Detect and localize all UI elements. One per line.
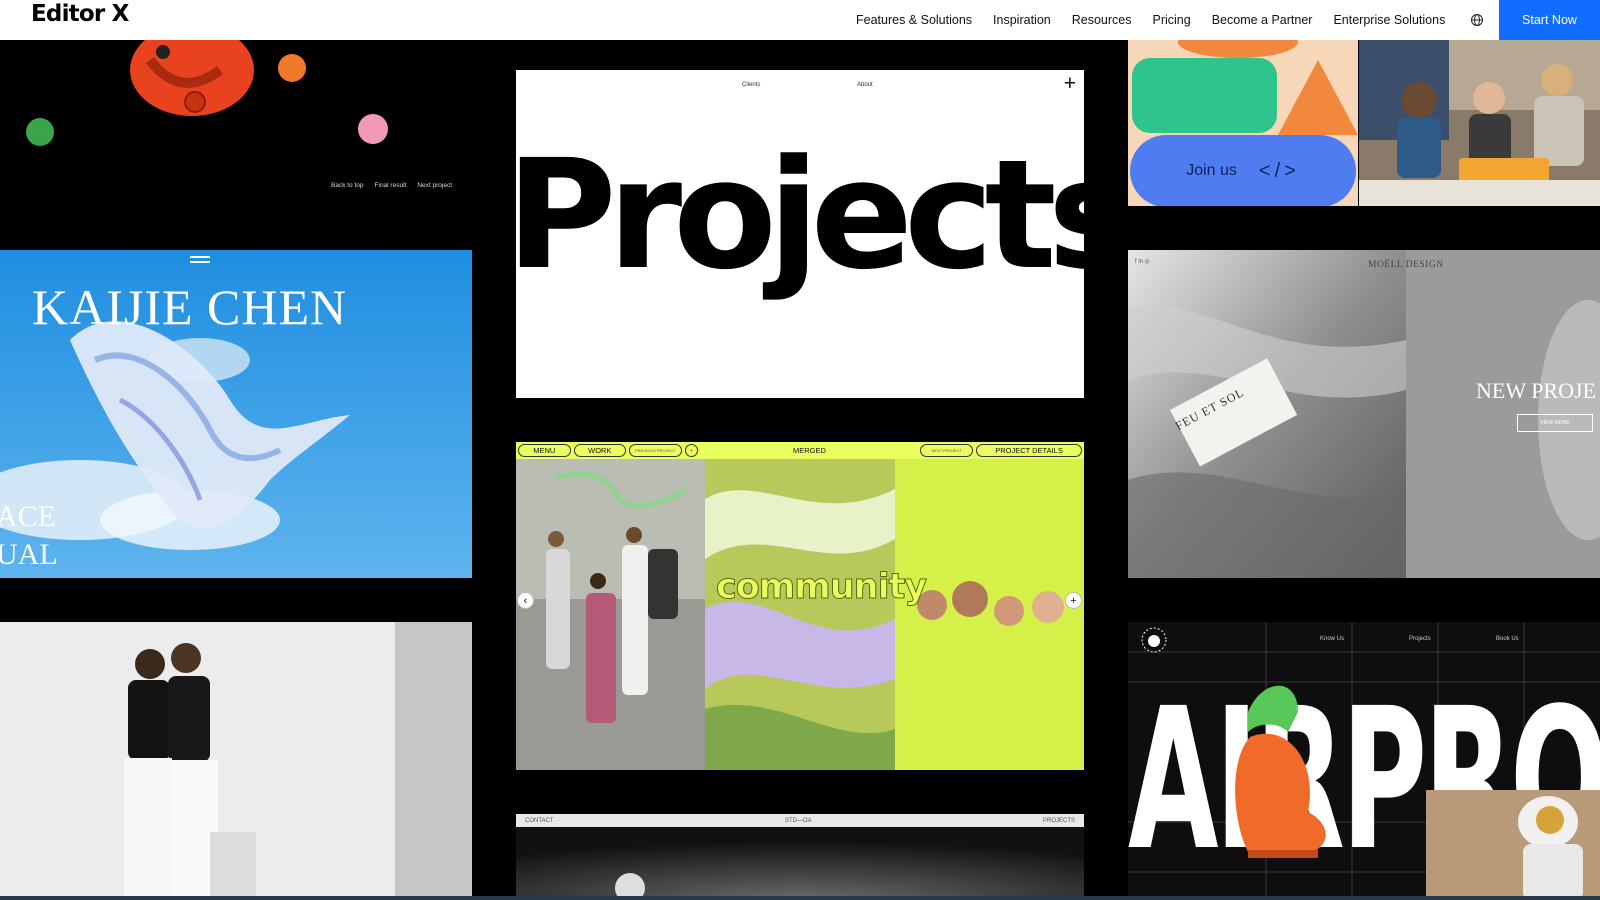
nav-pricing[interactable]: Pricing — [1152, 13, 1190, 27]
join-us-button[interactable]: Join us </> — [1130, 135, 1356, 206]
kaijie-chen-heading: KAIJIE CHEN — [32, 279, 348, 335]
project-navigation-bar: MENU WORK PREVIOUS PROJECT ✦ MERGED NEXT… — [516, 442, 1084, 459]
merged-logo-icon: ✦ — [684, 444, 699, 457]
showcase-tile-projects[interactable]: Clients About + Projects — [516, 70, 1084, 398]
nav-inspiration[interactable]: Inspiration — [993, 13, 1051, 27]
about-link[interactable]: About — [857, 82, 873, 88]
sphere-render-image — [516, 827, 1084, 900]
nav-resources[interactable]: Resources — [1072, 13, 1132, 27]
back-to-top-link[interactable]: Back to top — [331, 182, 364, 189]
site-header: Editor X Features & Solutions Inspiratio… — [0, 0, 1600, 40]
next-project-button[interactable]: NEXT PROJECT — [920, 444, 973, 457]
menu-icon[interactable] — [190, 256, 210, 264]
classroom-photo — [1359, 40, 1600, 206]
showcase-tile-kaijie-chen[interactable]: KAIJIE CHEN ACE UAL — [0, 250, 472, 578]
work-button[interactable]: WORK — [573, 444, 627, 457]
abstract-art-image — [26, 40, 388, 146]
moell-brand-name: MOËLL DESIGN — [1368, 260, 1444, 270]
code-icon: </> — [1258, 159, 1300, 182]
previous-project-button[interactable]: PREVIOUS PROJECT — [629, 444, 682, 457]
showcase-tile-join-us[interactable]: Join us </> — [1128, 40, 1358, 206]
editor-x-logo[interactable]: Editor X — [31, 1, 129, 27]
carousel-next-icon[interactable]: + — [1065, 592, 1082, 609]
fashion-couple-photo — [0, 622, 472, 900]
project-details-button[interactable]: PROJECT DETAILS — [976, 444, 1083, 457]
nav-features-solutions[interactable]: Features & Solutions — [856, 13, 972, 27]
merged-title: MERGED — [701, 444, 918, 457]
bottom-edge — [0, 896, 1600, 900]
contact-link[interactable]: CONTACT — [525, 818, 554, 824]
projects-heading: Projects — [516, 127, 1084, 303]
showcase-tile-dark-art[interactable]: Back to top Final result Next project — [0, 40, 472, 204]
carousel-prev-icon[interactable]: ‹ — [517, 592, 534, 609]
clients-link[interactable]: Clients — [742, 82, 760, 88]
next-project-link[interactable]: Next project — [417, 182, 452, 189]
showcase-tile-moell-design[interactable]: FEU ET SOL f in ◎ MOËLL DESIGN NEW PROJE… — [1128, 250, 1600, 578]
globe-icon[interactable] — [1470, 13, 1484, 27]
std-oa-nav: CONTACT STD—OA PROJECTS — [516, 814, 1084, 827]
showcase-tile-fashion[interactable] — [0, 622, 472, 900]
new-project-heading: NEW PROJE — [1476, 378, 1596, 403]
showcase-tile-std-oa[interactable]: CONTACT STD—OA PROJECTS — [516, 814, 1084, 900]
start-now-button[interactable]: Start Now — [1499, 0, 1600, 40]
nav-enterprise-solutions[interactable]: Enterprise Solutions — [1333, 13, 1445, 27]
view-more-button[interactable]: VIEW MORE — [1517, 414, 1593, 432]
main-nav: Features & Solutions Inspiration Resourc… — [856, 0, 1484, 40]
nav-become-partner[interactable]: Become a Partner — [1212, 13, 1313, 27]
showcase-tile-air-product[interactable]: Know Us Projects Book Us AIRPRODUCT — [1128, 622, 1600, 900]
side-text-line-2: UAL — [0, 538, 58, 571]
social-icons[interactable]: f in ◎ — [1135, 258, 1150, 265]
menu-button[interactable]: MENU — [518, 444, 571, 457]
join-us-label: Join us — [1186, 162, 1237, 179]
final-result-link[interactable]: Final result — [375, 182, 407, 189]
projects-link[interactable]: PROJECTS — [1043, 818, 1075, 824]
side-text-line-1: ACE — [0, 500, 56, 533]
showcase-tile-classroom[interactable] — [1359, 40, 1600, 206]
community-collage-image — [516, 459, 1084, 770]
inflatable-figure-image — [1235, 685, 1600, 900]
plus-icon[interactable]: + — [1064, 72, 1076, 96]
std-oa-logo[interactable]: STD—OA — [785, 818, 812, 824]
community-heading: community — [715, 567, 927, 608]
project-footer-links: Back to top Final result Next project — [331, 182, 452, 189]
showcase-tile-merged[interactable]: community MENU WORK PREVIOUS PROJECT ✦ M… — [516, 442, 1084, 770]
